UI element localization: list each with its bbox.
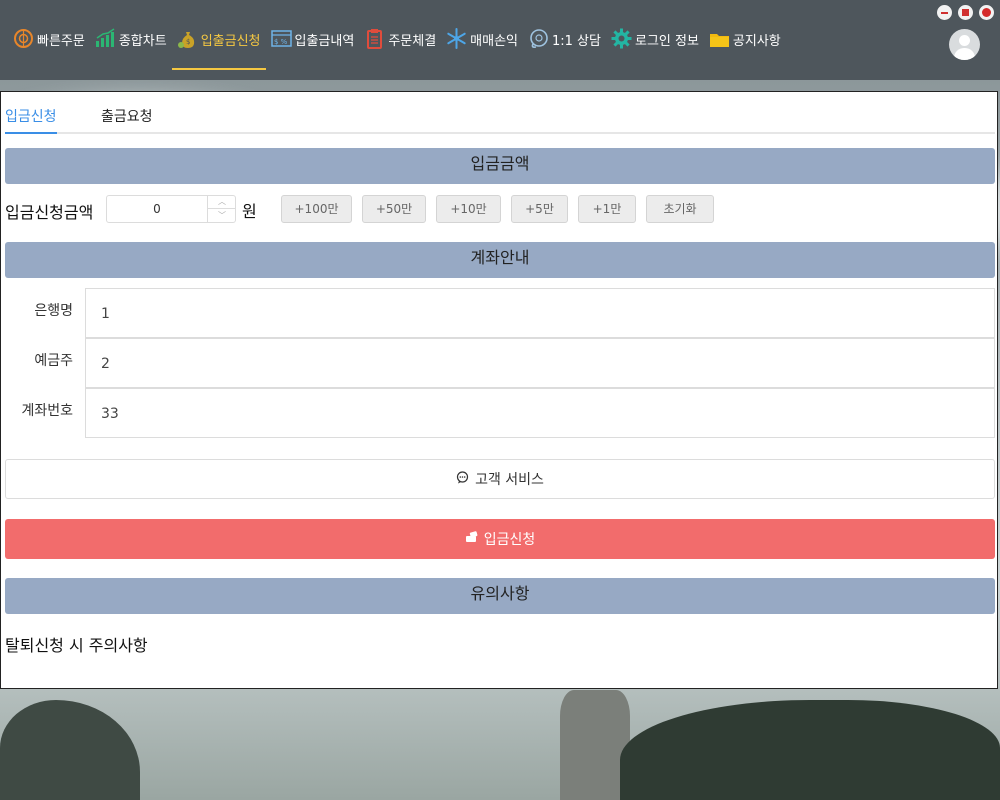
add-1000000-button[interactable]: +100만: [281, 195, 352, 223]
statement-icon: $ %: [270, 28, 292, 49]
clipboard-icon: [364, 28, 385, 49]
account-holder-value: 2: [85, 338, 995, 388]
account-holder-label: 예금주: [34, 353, 73, 369]
account-number-value: 33: [85, 388, 995, 438]
nav-label: 공지사항: [732, 34, 781, 49]
folder-icon: [709, 28, 730, 49]
hand-money-icon: [465, 531, 478, 547]
nav-login-info[interactable]: 로그인 정보: [606, 22, 704, 70]
bank-name-row: 은행명 1: [5, 288, 995, 338]
tab-withdraw-request[interactable]: 출금요청: [101, 106, 153, 134]
account-info-box: 은행명 1 예금주 2 계좌번호 33: [5, 288, 995, 438]
nav-quick-order[interactable]: 빠른주문: [8, 22, 90, 70]
deposit-amount-header: 입금금액: [5, 148, 995, 184]
nav-statement[interactable]: $ % 입출금내역: [266, 22, 360, 70]
submit-deposit-label: 입금신청: [483, 532, 536, 548]
nav-label: 로그인 정보: [634, 34, 699, 49]
chat-icon: [456, 470, 469, 488]
amount-input[interactable]: [107, 196, 207, 222]
nav-label: 매매손익: [470, 34, 518, 49]
nav-label: 입출금신청: [200, 34, 261, 49]
svg-text:$ %: $ %: [274, 38, 288, 46]
account-info-header: 계좌안내: [5, 242, 995, 278]
customer-service-label: 고객 서비스: [475, 472, 544, 488]
consult-icon: [528, 28, 549, 49]
amount-number-input: ︿ ﹀: [106, 195, 236, 223]
submit-deposit-button[interactable]: 입금신청: [5, 519, 995, 559]
chevron-up-icon: ︿: [218, 197, 226, 206]
quick-order-icon: [13, 28, 34, 49]
decrement-button[interactable]: ﹀: [207, 209, 235, 222]
chevron-down-icon: ﹀: [218, 211, 226, 220]
top-navigation-bar: 빠른주문 종합차트 $ 입출금신청 $ % 입출금내역 주문체결 매매손익 1:…: [0, 0, 1000, 80]
close-icon[interactable]: [979, 5, 994, 20]
nav-label: 종합차트: [118, 34, 167, 49]
customer-service-button[interactable]: 고객 서비스: [5, 459, 995, 499]
chart-icon: [95, 28, 116, 49]
bank-name-label: 은행명: [34, 303, 73, 319]
nav-label: 1:1 상담: [552, 34, 601, 49]
nav-consult[interactable]: 1:1 상담: [523, 22, 606, 70]
nav-label: 입출금내역: [294, 34, 355, 49]
reset-button[interactable]: 초기화: [646, 195, 714, 223]
add-500000-button[interactable]: +50만: [362, 195, 426, 223]
gear-icon: [611, 28, 632, 49]
currency-unit: 원: [242, 202, 257, 221]
nav-notice[interactable]: 공지사항: [704, 22, 786, 70]
maximize-icon[interactable]: [958, 5, 973, 20]
nav-deposit-withdraw[interactable]: $ 입출금신청: [171, 22, 266, 70]
increment-button[interactable]: ︿: [207, 196, 235, 209]
add-10000-button[interactable]: +1만: [578, 195, 636, 223]
notice-text: 탈퇴신청 시 주의사항: [5, 636, 148, 655]
nav-label: 주문체결: [388, 34, 437, 49]
nav-profit-loss[interactable]: 매매손익: [441, 22, 523, 70]
account-number-label: 계좌번호: [21, 403, 73, 419]
window-controls: [937, 5, 994, 20]
user-avatar[interactable]: [949, 29, 980, 60]
money-bag-icon: $: [177, 28, 198, 49]
tab-bar: 입금신청 출금요청: [5, 92, 995, 134]
deposit-amount-row: 입금신청금액 ︿ ﹀ 원 +100만 +50만 +10만 +5만 +1만 초기화: [5, 194, 995, 224]
account-holder-row: 예금주 2: [5, 338, 995, 388]
snowflake-icon: [446, 28, 467, 49]
svg-text:$: $: [186, 38, 190, 46]
bank-name-value: 1: [85, 288, 995, 338]
tab-deposit-request[interactable]: 입금신청: [5, 106, 57, 134]
add-50000-button[interactable]: +5만: [511, 195, 568, 223]
nav-order-fill[interactable]: 주문체결: [359, 22, 441, 70]
minimize-icon[interactable]: [937, 5, 952, 20]
main-menu: 빠른주문 종합차트 $ 입출금신청 $ % 입출금내역 주문체결 매매손익 1:…: [8, 22, 786, 70]
nav-chart[interactable]: 종합차트: [90, 22, 172, 70]
add-100000-button[interactable]: +10만: [436, 195, 501, 223]
deposit-amount-label: 입금신청금액: [5, 203, 94, 222]
account-number-row: 계좌번호 33: [5, 388, 995, 438]
nav-label: 빠른주문: [37, 34, 85, 49]
deposit-panel: 입금신청 출금요청 입금금액 입금신청금액 ︿ ﹀ 원 +100만 +50만 +…: [0, 91, 998, 689]
notice-header: 유의사항: [5, 578, 995, 614]
